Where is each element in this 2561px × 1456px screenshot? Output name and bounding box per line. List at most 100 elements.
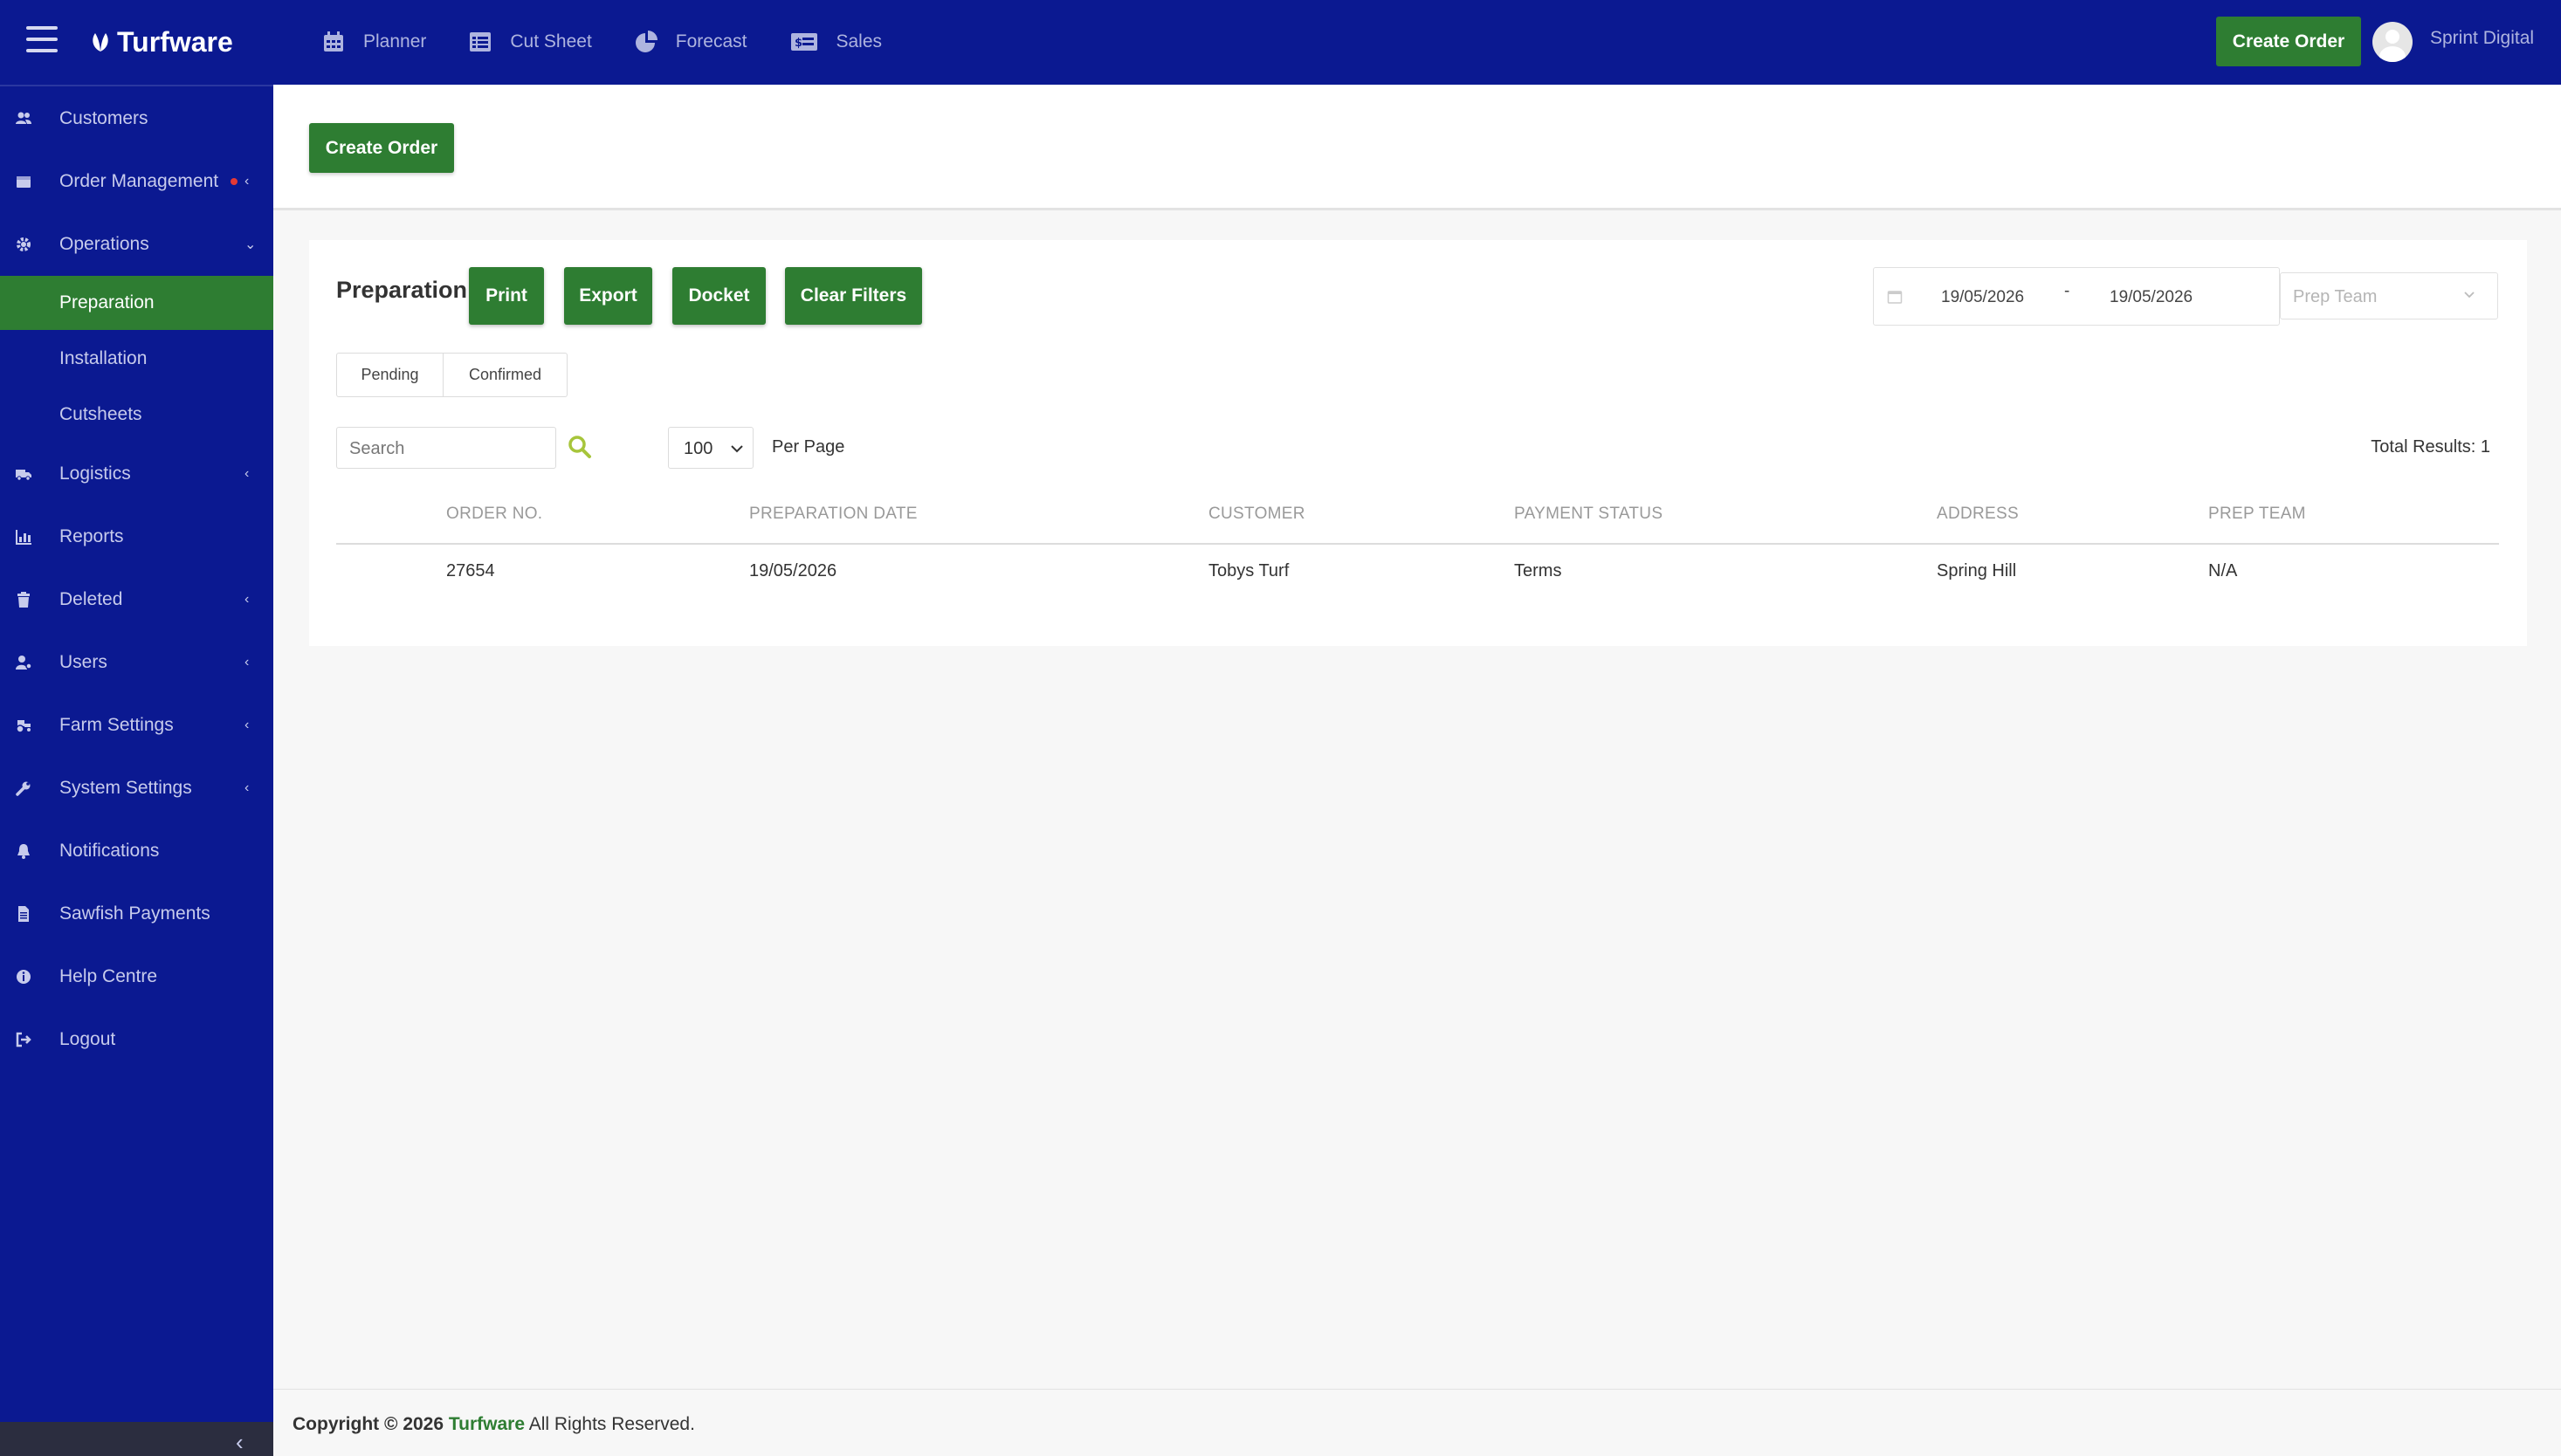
search-input[interactable]: Search [336,427,556,469]
hamburger-menu-icon[interactable] [26,26,58,52]
create-order-button[interactable]: Create Order [309,123,454,173]
sidebar-subitem-label: Preparation [59,292,155,312]
sidebar-item-label: System Settings [59,778,192,798]
page-title: Preparation [336,277,468,303]
sidebar-item-label: Users [59,652,107,672]
table-header-divider [336,543,2499,545]
footer-brand-link[interactable]: Turfware [449,1414,525,1434]
calendar-icon [324,31,343,52]
box-icon [14,172,33,191]
header-create-order-button[interactable]: Create Order [2216,17,2361,66]
sidebar-item-customers[interactable]: Customers [0,92,273,146]
nav-sales[interactable]: $ Sales [789,30,883,54]
avatar[interactable] [2372,22,2413,62]
column-header-customer[interactable]: CUSTOMER [1208,505,1305,524]
leaf-logo-icon [93,33,108,52]
bell-icon [14,841,33,861]
logout-icon [14,1030,33,1049]
collapse-sidebar-icon[interactable]: ‹ [236,1429,244,1456]
sidebar-item-notifications[interactable]: Notifications [0,824,273,878]
date-to[interactable]: 19/05/2026 [2110,288,2193,307]
sidebar-item-operations[interactable]: Operations ⌄ [0,217,273,271]
nav-sales-label: Sales [836,31,883,52]
tab-pending[interactable]: Pending [336,353,444,397]
gear-icon [14,235,33,254]
sidebar-item-users[interactable]: Users ‹ [0,635,273,690]
sidebar-item-logistics[interactable]: Logistics ‹ [0,447,273,501]
cell-payment-status: Terms [1514,561,1562,580]
brand-logo[interactable]: Turfware [87,23,233,61]
sidebar-item-label: Help Centre [59,966,158,986]
date-from[interactable]: 19/05/2026 [1941,288,2024,307]
chevron-left-icon: ‹ [244,592,250,607]
users-icon [14,109,33,128]
nav-cut-sheet[interactable]: Cut Sheet [468,30,592,54]
cell-preparation-date: 19/05/2026 [749,561,837,580]
docket-button[interactable]: Docket [672,267,766,325]
sidebar-item-deleted[interactable]: Deleted ‹ [0,573,273,627]
sidebar-item-farm-settings[interactable]: Farm Settings ‹ [0,698,273,752]
column-header-order-no[interactable]: ORDER NO. [446,505,542,524]
nav-cut-sheet-label: Cut Sheet [510,31,592,52]
money-icon: $ [790,33,817,51]
sidebar-subitem-installation[interactable]: Installation [0,332,273,386]
export-button[interactable]: Export [564,267,652,325]
cell-address: Spring Hill [1937,561,2017,580]
tab-confirmed[interactable]: Confirmed [444,353,568,397]
sidebar-item-system-settings[interactable]: System Settings ‹ [0,761,273,815]
copyright-label: Copyright © [293,1414,398,1434]
top-navbar: Turfware Planner Cut Sheet Forecast $ Sa… [0,0,2561,85]
user-name[interactable]: Sprint Digital [2430,28,2534,49]
sidebar-item-label: Notifications [59,841,160,861]
user-cog-icon [14,653,33,672]
clear-filters-button[interactable]: Clear Filters [785,267,922,325]
per-page-value: 100 [684,439,713,458]
print-button[interactable]: Print [469,267,544,325]
info-icon [14,967,33,986]
sidebar-item-logout[interactable]: Logout [0,1013,273,1067]
chevron-down-icon: ⌄ [244,237,257,252]
sidebar-item-reports[interactable]: Reports [0,510,273,564]
cell-customer: Tobys Turf [1208,561,1290,580]
bar-chart-icon [14,527,33,546]
column-header-address[interactable]: ADDRESS [1937,505,2019,524]
status-tabs: Pending Confirmed [336,353,568,397]
per-page-label: Per Page [772,437,845,457]
preparation-card: Preparation Print Export Docket Clear Fi… [309,240,2527,646]
sidebar-subitem-label: Cutsheets [59,404,142,424]
nav-planner-label: Planner [363,31,427,52]
svg-text:$: $ [795,37,802,50]
per-page-select[interactable]: 100 [668,427,754,469]
sidebar-item-help-centre[interactable]: Help Centre [0,950,273,1004]
date-range-picker[interactable]: 19/05/2026 - 19/05/2026 [1873,267,2280,326]
chevron-left-icon: ‹ [244,780,250,795]
chevron-down-icon [731,445,743,453]
wrench-icon [14,779,33,798]
cell-order-no[interactable]: 27654 [446,561,495,581]
sidebar-item-sawfish-payments[interactable]: Sawfish Payments [0,887,273,941]
sidebar: Customers Order Management ‹ Operations … [0,85,273,1456]
search-icon[interactable] [567,434,593,460]
search-placeholder: Search [349,439,405,458]
prep-team-select[interactable]: Prep Team [2280,272,2498,319]
footer-rights: All Rights Reserved. [528,1414,695,1434]
sidebar-subitem-cutsheets[interactable]: Cutsheets [0,388,273,442]
sidebar-item-label: Order Management [59,171,219,191]
chevron-down-icon [2464,292,2475,299]
page-header [273,85,2561,210]
sidebar-item-label: Customers [59,108,148,128]
column-header-preparation-date[interactable]: PREPARATION DATE [749,505,918,524]
column-header-prep-team[interactable]: PREP TEAM [2208,505,2306,524]
document-icon [14,904,33,924]
sidebar-item-label: Sawfish Payments [59,903,210,924]
nav-forecast[interactable]: Forecast [634,30,747,54]
date-separator: - [2064,282,2070,300]
pie-chart-icon [635,31,657,52]
notification-dot [231,178,238,185]
column-header-payment-status[interactable]: PAYMENT STATUS [1514,505,1663,524]
tractor-icon [14,716,33,735]
list-icon [470,32,492,52]
nav-planner[interactable]: Planner [321,30,426,54]
sidebar-subitem-preparation[interactable]: Preparation [0,276,273,330]
sidebar-item-order-management[interactable]: Order Management ‹ [0,155,273,209]
